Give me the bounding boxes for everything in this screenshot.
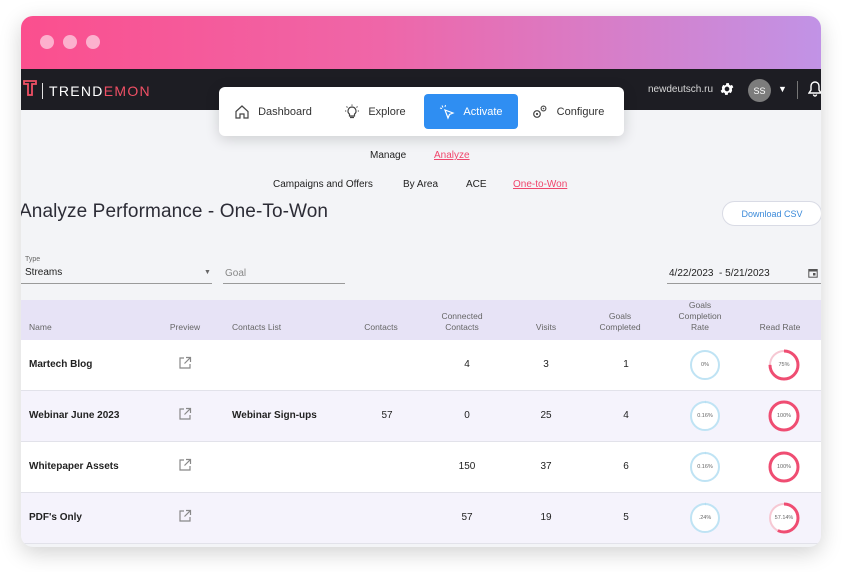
tab-manage[interactable]: Manage: [370, 150, 406, 161]
download-csv-button[interactable]: Download CSV: [722, 201, 821, 226]
goal-input-placeholder: Goal: [225, 268, 247, 279]
logo-separator: [42, 82, 43, 99]
type-dropdown-arrow-icon: ▼: [204, 269, 211, 276]
read-rate-label: 57.14%: [774, 515, 794, 521]
goal-completion-rate-label: 0.16%: [697, 464, 713, 470]
logo-text-highlight: EMON: [103, 82, 151, 99]
cursor-click-icon: [439, 104, 463, 120]
tab-analyze[interactable]: Analyze: [434, 150, 470, 161]
cell-visits: 25: [540, 410, 552, 421]
col-read-rate[interactable]: Read Rate: [753, 322, 807, 333]
gears-icon: [531, 104, 557, 120]
type-select-value: Streams: [25, 267, 63, 278]
notification-bell-icon[interactable]: [808, 81, 821, 97]
account-domain[interactable]: newdeutsch.ru: [648, 84, 713, 95]
tab-analyze-label: Analyze: [434, 150, 470, 161]
table-row[interactable]: PDF's Only 57 19 5 .24% 57.14%: [21, 493, 821, 544]
read-rate-label: 75%: [778, 362, 790, 368]
nav-label: Dashboard: [258, 105, 312, 118]
page-title: Analyze Performance - One-To-Won: [21, 201, 329, 222]
cell-name: Whitepaper Assets: [29, 461, 119, 472]
type-select-underline: [21, 283, 212, 284]
col-preview[interactable]: Preview: [158, 322, 212, 333]
cell-visits: 3: [543, 359, 549, 370]
cell-goals-completed: 5: [623, 512, 629, 523]
open-preview-icon[interactable]: [178, 407, 192, 421]
col-connected-contacts[interactable]: Connected Contacts: [431, 311, 493, 333]
nav-explore-button[interactable]: Explore: [332, 94, 418, 129]
cell-contacts: 57: [381, 410, 393, 421]
logo-text: TREND: [49, 82, 104, 99]
read-rate-label: 100%: [776, 413, 792, 419]
col-goals-completion-rate[interactable]: Goals Completion Rate: [669, 300, 731, 333]
cell-connected-contacts: 4: [464, 359, 470, 370]
goal-completion-rate-label: 0%: [701, 362, 709, 368]
read-rate-label: 100%: [776, 464, 792, 470]
nav-configure-button[interactable]: Configure: [520, 94, 615, 129]
header-divider: [797, 81, 798, 99]
goal-completion-rate-label: .24%: [698, 515, 712, 521]
home-icon: [234, 104, 258, 120]
window-close-dot[interactable]: [40, 35, 54, 49]
calendar-icon[interactable]: [808, 268, 818, 278]
cell-name: PDF's Only: [29, 512, 82, 523]
tab-campaigns-and-offers[interactable]: Campaigns and Offers: [273, 179, 373, 190]
window-titlebar: [21, 16, 821, 69]
cell-name: Martech Blog: [29, 359, 93, 370]
open-preview-icon[interactable]: [178, 458, 192, 472]
browser-window: TREND EMON newdeutsch.ru SS ▼ Manage Anal…: [21, 16, 821, 547]
tab-one-to-won-label: One-to-Won: [513, 179, 568, 190]
table-row[interactable]: Webinar June 2023 Webinar Sign-ups 57 0 25 4 0…: [21, 391, 821, 442]
col-contacts[interactable]: Contacts: [357, 322, 405, 333]
col-goals-completed[interactable]: Goals Completed: [592, 311, 648, 333]
nav-label: Activate: [463, 105, 503, 118]
date-range-underline: [667, 283, 821, 284]
logo-mark-icon: [23, 80, 37, 101]
user-avatar[interactable]: SS: [748, 79, 771, 102]
cell-goals-completed: 1: [623, 359, 629, 370]
tab-ace[interactable]: ACE: [466, 179, 487, 190]
cell-contacts-list: Webinar Sign-ups: [232, 410, 317, 421]
user-menu-caret-icon[interactable]: ▼: [778, 84, 787, 94]
goal-input-underline: [223, 283, 345, 284]
window-minimize-dot[interactable]: [63, 35, 77, 49]
col-name[interactable]: Name: [29, 322, 52, 333]
col-visits[interactable]: Visits: [526, 322, 566, 333]
table-row[interactable]: Whitepaper Assets 150 37 6 0.16% 100%: [21, 442, 821, 493]
nav-label: Configure: [556, 105, 605, 118]
cell-connected-contacts: 150: [458, 461, 476, 472]
tab-one-to-won[interactable]: One-to-Won: [513, 179, 567, 190]
cell-visits: 19: [540, 512, 552, 523]
nav-activate-button[interactable]: Activate: [424, 94, 518, 129]
cell-visits: 37: [540, 461, 552, 472]
nav-dashboard-button[interactable]: Dashboard: [227, 94, 319, 129]
cell-connected-contacts: 57: [461, 512, 473, 523]
window-maximize-dot[interactable]: [86, 35, 100, 49]
col-contacts-list[interactable]: Contacts List: [232, 322, 281, 333]
lightbulb-icon: [344, 104, 368, 120]
cell-goals-completed: 6: [623, 461, 629, 472]
open-preview-icon[interactable]: [178, 509, 192, 523]
goal-completion-rate-label: 0.16%: [697, 413, 713, 419]
date-range-value: 4/22/2023 - 5/21/2023: [669, 268, 770, 279]
cell-goals-completed: 4: [623, 410, 629, 421]
cell-name: Webinar June 2023: [29, 410, 120, 421]
table-row[interactable]: Martech Blog 4 3 1 0% 75%: [21, 340, 821, 391]
open-preview-icon[interactable]: [178, 356, 192, 370]
type-select-label: Type: [25, 256, 41, 263]
trendemon-logo[interactable]: TREND EMON: [21, 80, 151, 101]
settings-gear-icon[interactable]: [719, 81, 735, 97]
main-nav-card: Dashboard Explore Activate Configure: [219, 87, 624, 136]
cell-connected-contacts: 0: [464, 410, 470, 421]
nav-label: Explore: [368, 105, 406, 118]
tab-by-area[interactable]: By Area: [403, 179, 438, 190]
table-header: Name Preview Contacts List Contacts Conn…: [21, 300, 821, 340]
